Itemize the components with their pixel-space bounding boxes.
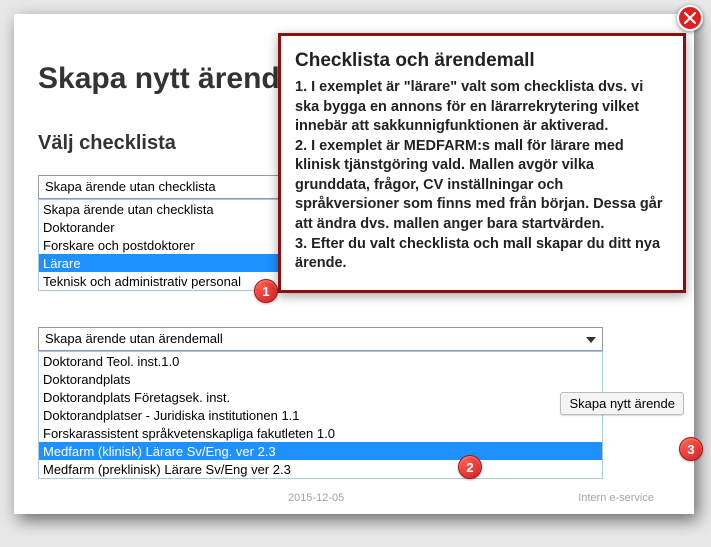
template-option[interactable]: Doktorand Teol. inst.1.0	[39, 352, 602, 370]
create-case-button[interactable]: Skapa nytt ärende	[560, 392, 684, 415]
annotation-badge-2: 2	[458, 455, 482, 479]
template-listbox[interactable]: Doktorand Teol. inst.1.0DoktorandplatsDo…	[38, 351, 603, 479]
template-option[interactable]: Doktorandplats	[39, 370, 602, 388]
close-icon	[684, 12, 696, 24]
checklist-option[interactable]: Lärare	[39, 254, 299, 272]
callout-body: 1. I exemplet är "lärare" valt som check…	[295, 78, 669, 274]
checklist-dropdown[interactable]: Skapa ärende utan checklista	[38, 175, 300, 199]
template-option[interactable]: Forskarassistent språkvetenskapliga faku…	[39, 424, 602, 442]
checklist-option[interactable]: Doktorander	[39, 218, 299, 236]
checklist-option[interactable]: Forskare och postdoktorer	[39, 236, 299, 254]
info-callout: Checklista och ärendemall 1. I exemplet …	[278, 33, 686, 293]
template-option[interactable]: Doktorandplats Företagsek. inst.	[39, 388, 602, 406]
annotation-badge-3: 3	[679, 437, 703, 461]
close-button[interactable]	[677, 5, 703, 31]
checklist-listbox[interactable]: Skapa ärende utan checklistaDoktoranderF…	[38, 199, 300, 291]
checklist-dropdown-value: Skapa ärende utan checklista	[45, 179, 216, 194]
callout-title: Checklista och ärendemall	[295, 50, 669, 72]
template-option[interactable]: Medfarm (klinisk) Lärare Sv/Eng. ver 2.3	[39, 442, 602, 460]
template-option[interactable]: Doktorandplatser - Juridiska institution…	[39, 406, 602, 424]
template-dropdown-value: Skapa ärende utan ärendemall	[45, 331, 223, 346]
checklist-option[interactable]: Skapa ärende utan checklista	[39, 200, 299, 218]
template-option[interactable]: Medfarm (preklinisk) Lärare Sv/Eng ver 2…	[39, 460, 602, 478]
annotation-badge-1: 1	[254, 279, 278, 303]
bg-text-right: Intern e-service	[578, 492, 654, 520]
template-dropdown[interactable]: Skapa ärende utan ärendemall	[38, 327, 603, 351]
bg-text-mid: 2015-12-05	[288, 492, 344, 520]
background-footer: 2015-12-05 Intern e-service	[14, 492, 694, 520]
